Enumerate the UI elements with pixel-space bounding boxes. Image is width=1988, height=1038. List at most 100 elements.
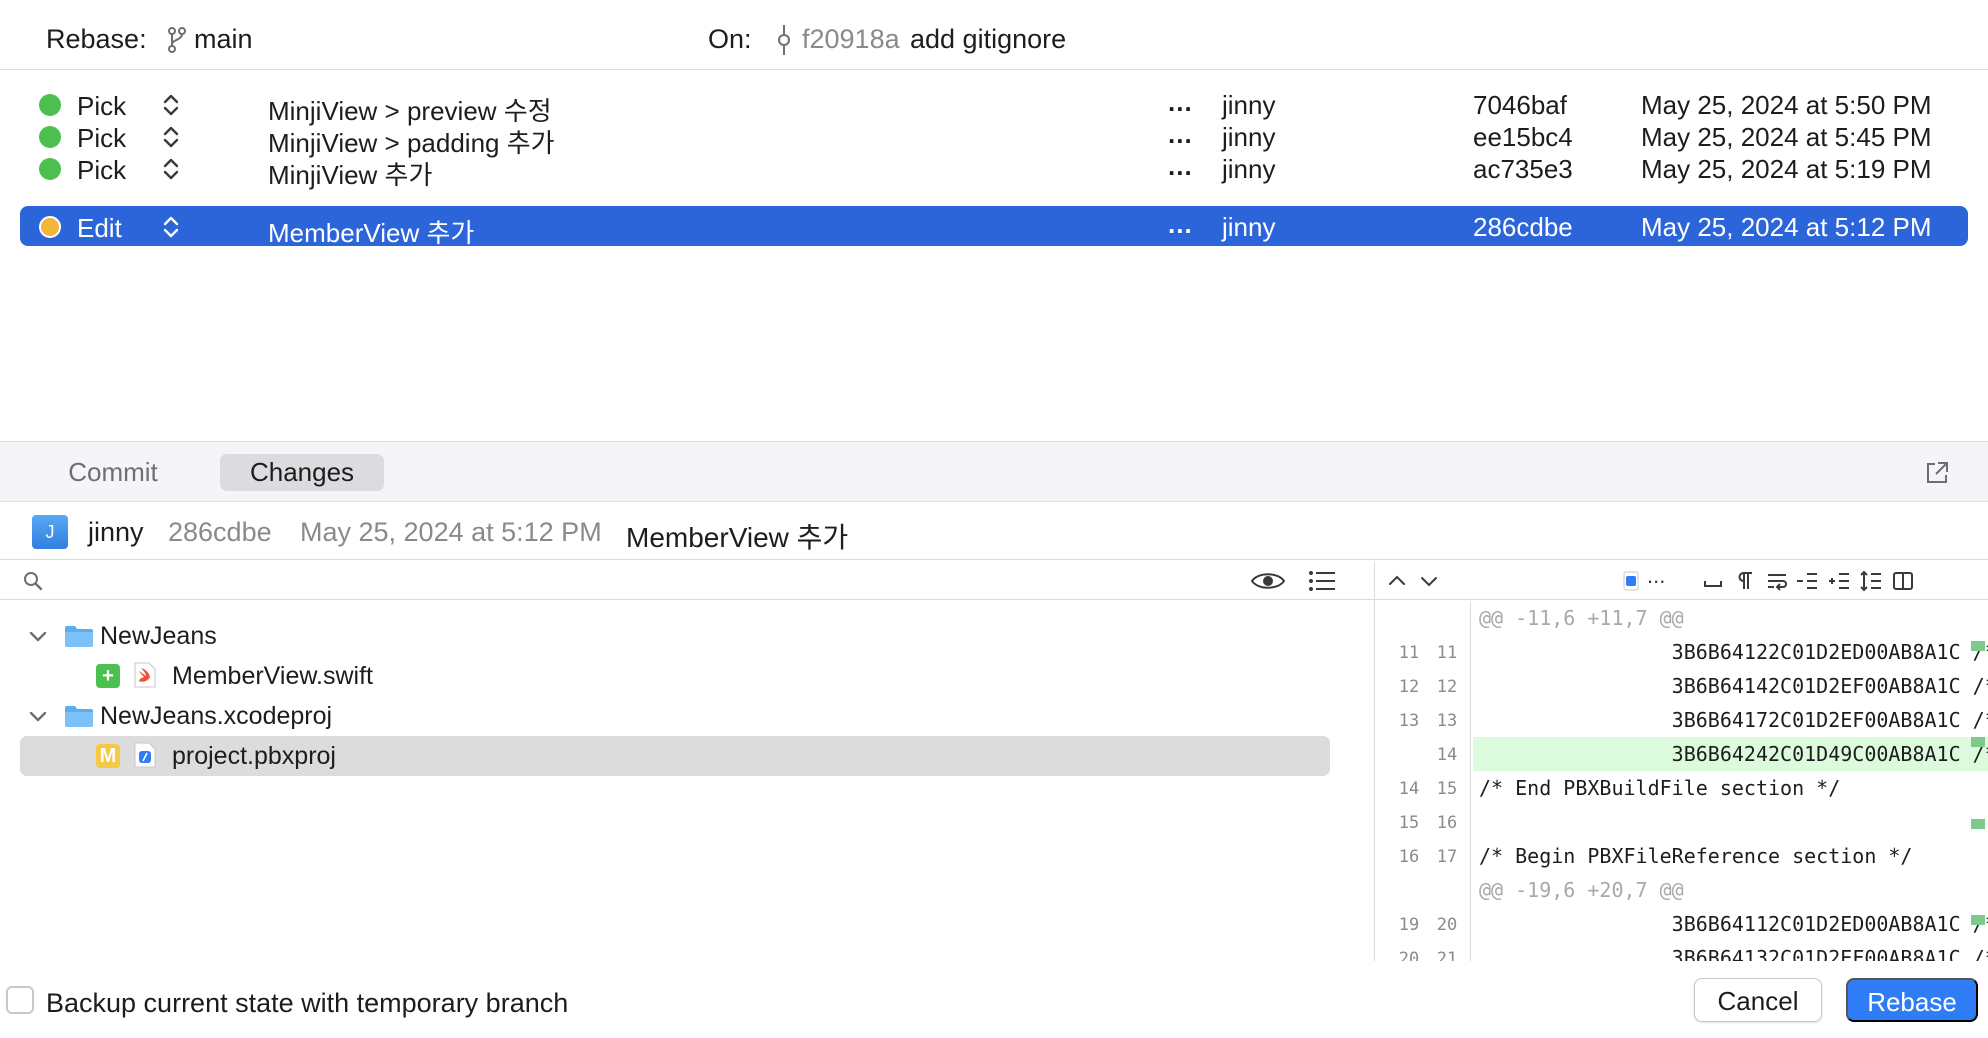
tab-changes[interactable]: Changes <box>220 454 384 491</box>
more-button[interactable]: ... <box>1168 151 1193 182</box>
minimap-change-marker <box>1971 915 1985 925</box>
swift-file-icon <box>134 662 156 688</box>
dialog-footer: Backup current state with temporary bran… <box>0 962 1988 1038</box>
old-line-number: 19 <box>1398 915 1420 935</box>
cancel-button[interactable]: Cancel <box>1694 978 1822 1022</box>
new-line-number: 17 <box>1436 847 1458 867</box>
diff-code: /* End PBXBuildFile section */ <box>1479 776 1841 800</box>
diff-code: 3B6B64242C01D49C00AB8A1C /* Me <box>1671 742 1988 766</box>
more-button[interactable]: ... <box>1168 87 1193 118</box>
commit-message: MemberView 추가 <box>268 218 475 248</box>
rebase-commit-row-selected[interactable]: Edit MemberView 추가 ... jinny 286cdbe May… <box>20 206 1968 248</box>
commit-icon <box>778 25 790 55</box>
search-icon <box>24 572 43 591</box>
commit-author: jinny <box>1222 154 1276 184</box>
file-name: MemberView.swift <box>172 662 373 690</box>
commit-author: jinny <box>88 517 144 547</box>
commit-date: May 25, 2024 at 5:19 PM <box>1641 154 1932 184</box>
pick-status-icon <box>39 158 61 180</box>
xcode-project-file-icon <box>134 742 156 768</box>
rebase-button[interactable]: Rebase <box>1846 978 1978 1022</box>
rebase-commit-row[interactable]: Pick MinjiView 추가 ... jinny ac735e3 May … <box>20 148 1968 190</box>
commit-hash: 286cdbe <box>168 517 272 547</box>
diff-code: 3B6B64172C01D2EF00AB8A1C /* Pr <box>1671 708 1988 732</box>
old-line-number: 15 <box>1398 813 1420 833</box>
commit-date: May 25, 2024 at 5:12 PM <box>300 517 602 547</box>
action-stepper-icon[interactable] <box>162 124 180 150</box>
diff-line: 16 17 /* Begin PBXFileReference section … <box>1375 839 1988 873</box>
folder-icon <box>65 626 93 647</box>
action-stepper-icon[interactable] <box>162 92 180 118</box>
file-row-memberview[interactable]: + MemberView.swift <box>20 656 1350 696</box>
more-button[interactable]: ... <box>1168 119 1193 150</box>
old-line-number: 20 <box>1398 949 1420 961</box>
action-stepper-icon[interactable] <box>162 214 180 240</box>
file-row-pbxproj[interactable]: M project.pbxproj <box>20 736 1330 776</box>
new-line-number: 21 <box>1436 949 1458 961</box>
diff-hunk-header: @@ -11,6 +11,7 @@ <box>1375 601 1988 635</box>
diff-line: 19 20 3B6B64112C01D2ED00AB8A1C /* Co <box>1375 907 1988 941</box>
new-line-number: 11 <box>1436 643 1458 663</box>
previous-change-icon[interactable] <box>1385 569 1409 593</box>
diff-code: 3B6B64122C01D2ED00AB8A1C /* Co <box>1671 640 1988 664</box>
list-view-icon[interactable] <box>1308 569 1336 593</box>
more-options-button[interactable]: ... <box>1647 563 1665 589</box>
rebase-header: Rebase: main On: f20918a add gitignore <box>0 0 1988 70</box>
on-label: On: <box>708 24 752 54</box>
commit-hash: ac735e3 <box>1473 154 1573 184</box>
folder-row-newjeans[interactable]: NewJeans <box>20 616 1350 656</box>
folder-row-xcodeproj[interactable]: NewJeans.xcodeproj <box>20 696 1350 736</box>
diff-line: 13 13 3B6B64172C01D2EF00AB8A1C /* Pr <box>1375 703 1988 737</box>
chevron-down-icon[interactable] <box>28 630 48 644</box>
diff-line: 12 12 3B6B64142C01D2EF00AB8A1C /* As <box>1375 669 1988 703</box>
modified-status-badge: M <box>96 744 120 768</box>
commit-hash: 286cdbe <box>1473 212 1573 242</box>
avatar: J <box>32 515 68 549</box>
diff-code: 3B6B64142C01D2EF00AB8A1C /* As <box>1671 674 1988 698</box>
old-line-number: 13 <box>1398 711 1420 731</box>
diff-code: @@ -19,6 +20,7 @@ <box>1479 878 1684 902</box>
diff-line: 15 16 <box>1375 805 1988 839</box>
target-branch: main <box>194 24 253 54</box>
file-filter-input[interactable] <box>50 565 1230 595</box>
folder-name: NewJeans <box>100 622 217 650</box>
new-line-number: 16 <box>1436 813 1458 833</box>
new-line-number: 14 <box>1436 745 1458 765</box>
rebase-commit-list: Pick MinjiView > preview 수정 ... jinny 70… <box>0 84 1988 440</box>
diff-line: 14 15 /* End PBXBuildFile section */ <box>1375 771 1988 805</box>
backup-branch-checkbox[interactable] <box>6 986 34 1014</box>
next-change-icon[interactable] <box>1417 569 1441 593</box>
old-line-number: 12 <box>1398 677 1420 697</box>
chevron-down-icon[interactable] <box>28 710 48 724</box>
diff-code: /* Begin PBXFileReference section */ <box>1479 844 1913 868</box>
more-button[interactable]: ... <box>1168 209 1193 240</box>
edit-status-icon <box>39 216 61 238</box>
expand-all-icon[interactable] <box>1859 569 1883 593</box>
on-commit-message: add gitignore <box>910 24 1067 54</box>
new-line-number: 12 <box>1436 677 1458 697</box>
new-line-number: 13 <box>1436 711 1458 731</box>
split-view-icon[interactable] <box>1891 569 1915 593</box>
detail-tabs-bar: Commit Changes <box>0 441 1988 502</box>
commit-author: jinny <box>1222 212 1276 242</box>
folder-icon <box>65 706 93 727</box>
increase-context-icon[interactable] <box>1827 569 1851 593</box>
wrap-lines-icon[interactable] <box>1765 569 1789 593</box>
show-whitespace-icon[interactable] <box>1701 569 1725 593</box>
file-type-icon[interactable] <box>1619 569 1643 593</box>
tab-commit[interactable]: Commit <box>38 454 188 491</box>
action-stepper-icon[interactable] <box>162 156 180 182</box>
eye-icon[interactable] <box>1250 569 1286 593</box>
old-line-number: 14 <box>1398 779 1420 799</box>
file-name: project.pbxproj <box>172 742 336 770</box>
file-filter-bar <box>0 561 1374 600</box>
pilcrow-icon[interactable] <box>1733 569 1757 593</box>
new-line-number: 20 <box>1436 915 1458 935</box>
rebase-label: Rebase: <box>46 24 147 54</box>
open-in-window-icon[interactable] <box>1924 460 1950 486</box>
decrease-context-icon[interactable] <box>1795 569 1819 593</box>
diff-code: 3B6B64112C01D2ED00AB8A1C /* Co <box>1671 912 1988 936</box>
branch-icon <box>168 27 186 53</box>
new-line-number: 15 <box>1436 779 1458 799</box>
backup-branch-label[interactable]: Backup current state with temporary bran… <box>46 988 568 1019</box>
